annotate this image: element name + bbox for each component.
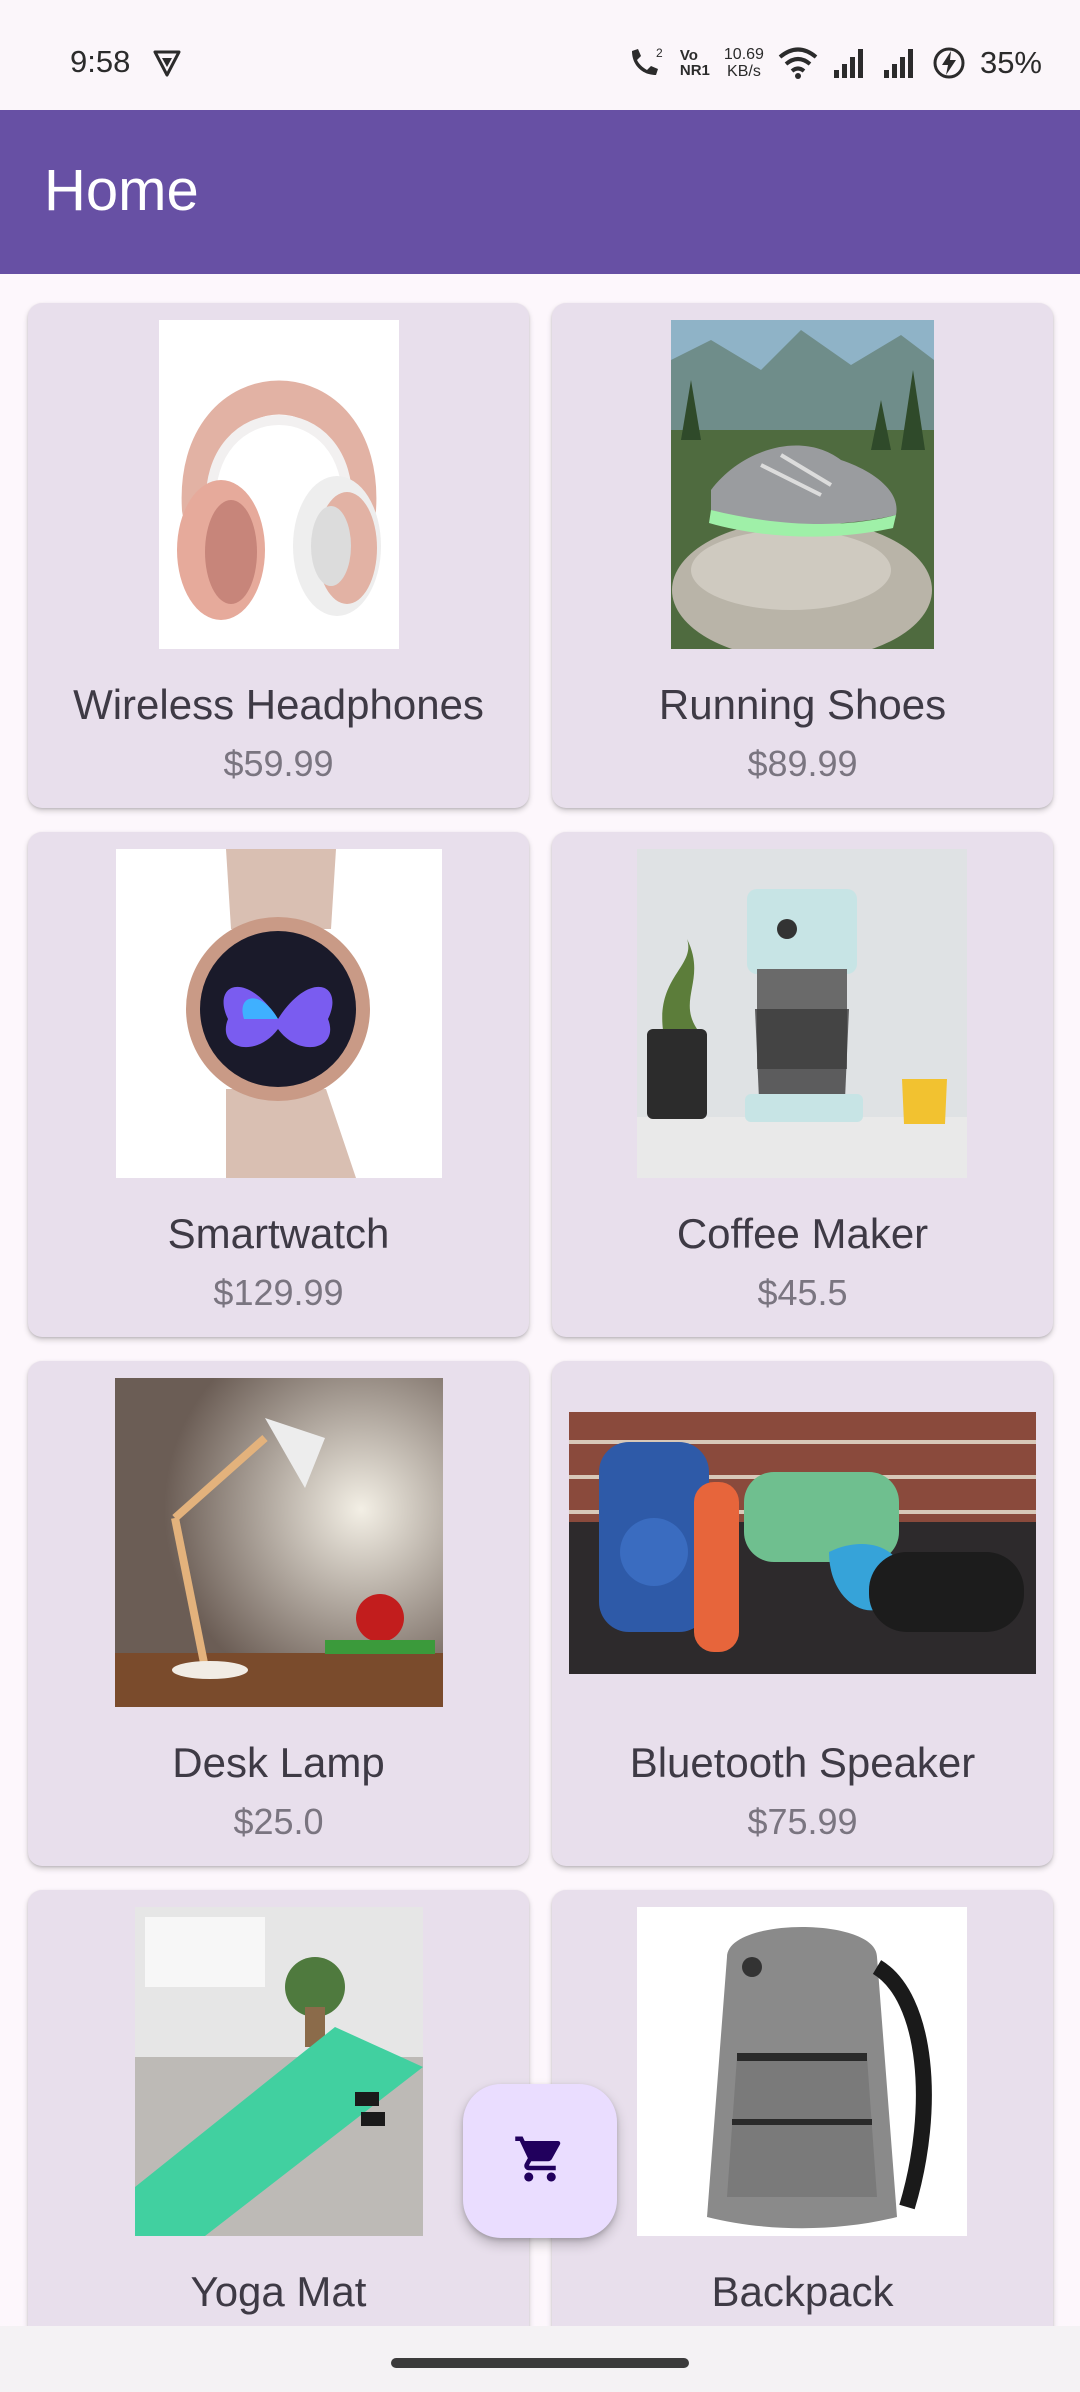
shopping-cart-icon	[513, 2132, 567, 2191]
signal-strength-icon-2	[882, 46, 918, 80]
status-icons: 2 Vo NR1 10.69 KB/s 35%	[626, 38, 1042, 88]
headphones-image	[159, 320, 399, 649]
product-name: Running Shoes	[658, 681, 947, 728]
volte-top-label: Vo	[679, 47, 698, 64]
product-price: $59.99	[223, 743, 334, 784]
coffee-maker-image	[637, 849, 967, 1178]
product-card[interactable]: Coffee Maker $45.5	[552, 832, 1053, 1337]
yoga-mat-image	[135, 1907, 423, 2236]
product-card[interactable]: Bluetooth Speaker $75.99	[552, 1361, 1053, 1866]
status-bar: 9:58 2 Vo NR1 10.69 KB/s 35%	[0, 0, 1080, 110]
product-name: Yoga Mat	[190, 2268, 367, 2315]
volte-bottom-label: NR1	[679, 62, 710, 79]
wifi-calling-icon: 2	[626, 45, 666, 81]
product-name: Wireless Headphones	[73, 681, 484, 728]
product-price: $129.99	[213, 1272, 344, 1313]
network-speed-value: 10.69	[723, 46, 764, 63]
product-name: Desk Lamp	[172, 1739, 385, 1786]
product-name: Smartwatch	[167, 1210, 390, 1257]
product-card[interactable]: Running Shoes $89.99	[552, 303, 1053, 808]
home-gesture-handle[interactable]	[391, 2358, 689, 2368]
system-navigation-bar	[0, 2326, 1080, 2392]
product-card[interactable]: Smartwatch $129.99	[28, 832, 529, 1337]
bluetooth-speaker-image	[569, 1412, 1036, 1674]
product-name: Bluetooth Speaker	[629, 1739, 976, 1786]
wifi-icon	[778, 46, 818, 80]
signal-strength-icon	[832, 46, 868, 80]
status-time: 9:58	[70, 44, 131, 79]
product-price: $89.99	[747, 743, 858, 784]
volte-indicator: Vo NR1	[680, 48, 710, 78]
backpack-image	[637, 1907, 967, 2236]
product-grid[interactable]: Wireless Headphones $59.99 Running Shoes…	[0, 274, 1080, 2326]
vpn-shield-icon	[151, 47, 183, 79]
battery-charging-icon	[932, 46, 966, 80]
smartwatch-image	[116, 849, 442, 1178]
network-speed-unit: KB/s	[727, 63, 761, 80]
product-name: Backpack	[711, 2268, 894, 2315]
product-price: $25.0	[233, 1801, 324, 1842]
svg-text:2: 2	[656, 46, 663, 60]
desk-lamp-image	[115, 1378, 443, 1707]
product-card[interactable]: Yoga Mat	[28, 1890, 529, 2326]
product-card[interactable]: Backpack	[552, 1890, 1053, 2326]
product-name: Coffee Maker	[676, 1210, 929, 1257]
network-speed: 10.69 KB/s	[724, 46, 764, 80]
battery-percent: 35%	[979, 45, 1042, 80]
product-price: $75.99	[747, 1801, 858, 1842]
product-price: $45.5	[757, 1272, 848, 1313]
top-app-bar: Home	[0, 110, 1080, 274]
cart-fab-button[interactable]	[463, 2084, 617, 2238]
product-card[interactable]: Desk Lamp $25.0	[28, 1361, 529, 1866]
page-title: Home	[44, 158, 199, 223]
running-shoe-image	[671, 320, 934, 649]
product-card[interactable]: Wireless Headphones $59.99	[28, 303, 529, 808]
